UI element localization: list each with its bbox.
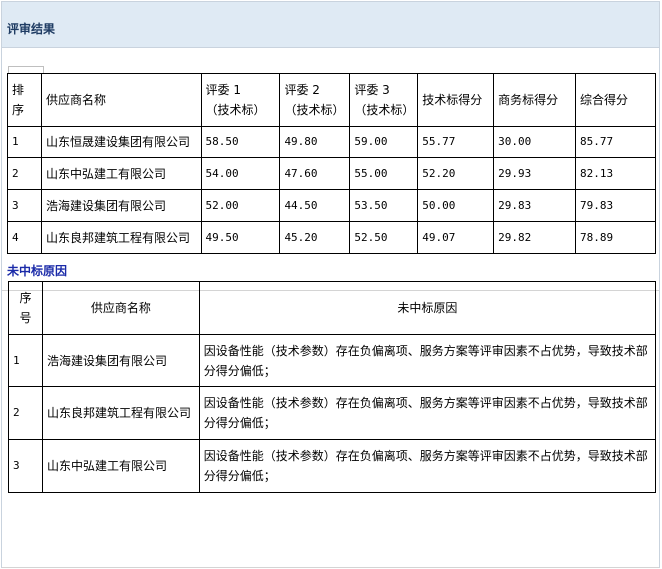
col-judge3-line2: （技术标） [354,103,415,117]
col-judge3-header: 评委 3 （技术标） [349,73,419,127]
total-score-cell: 85.77 [575,126,656,158]
table-row: 1 山东恒晟建设集团有限公司 58.50 49.80 59.00 55.77 3… [7,126,656,158]
judge2-cell: 49.80 [279,126,351,158]
supplier-cell: 山东中弘建工有限公司 [40,157,202,190]
judge3-cell: 55.00 [349,157,419,190]
table-row: 3 浩海建设集团有限公司 52.00 44.50 53.50 50.00 29.… [7,189,656,222]
judge1-cell: 54.00 [200,157,281,190]
judge2-cell: 45.20 [279,221,351,254]
col-judge2-line1: 评委 2 [284,83,320,97]
tech-score-cell: 49.07 [417,221,495,254]
reason-cell: 因设备性能（技术参数）存在负偏离项、服务方案等评审因素不占优势，导致技术部分得分… [198,386,657,440]
supplier-cell: 山东中弘建工有限公司 [41,439,200,493]
supplier-cell: 浩海建设集团有限公司 [40,189,202,222]
judge2-cell: 44.50 [279,189,351,222]
rank-cell: 2 [7,157,42,190]
content-panel: 评审结果 排 序 供应商名称 评委 1 （技术标） 评委 2 （技术标） 评委 … [1,1,660,568]
rank-cell: 1 [7,126,42,158]
col-judge1-line1: 评委 1 [205,83,241,97]
reasons-header-row: 序 号 供应商名称 未中标原因 [8,281,657,335]
tech-score-cell: 50.00 [417,189,495,222]
supplier-cell: 山东良邦建筑工程有限公司 [41,386,200,440]
col-seq-header: 序 号 [8,281,43,335]
supplier-cell: 浩海建设集团有限公司 [41,334,200,387]
col-seq-line1: 序 [19,291,32,305]
col-judge1-line2: （技术标） [205,103,266,117]
col-judge3-line1: 评委 3 [354,83,390,97]
section-header: 评审结果 [2,2,659,48]
judge2-cell: 47.60 [279,157,351,190]
judge1-cell: 49.50 [200,221,281,254]
col-seq-line2: 号 [19,311,32,325]
tech-score-cell: 55.77 [417,126,495,158]
col-supplier-header: 供应商名称 [40,73,202,127]
judge3-cell: 53.50 [349,189,419,222]
total-score-cell: 82.13 [575,157,656,190]
col-judge1-header: 评委 1 （技术标） [200,73,281,127]
seq-cell: 2 [8,386,43,440]
tech-score-cell: 52.20 [417,157,495,190]
table-row: 2 山东良邦建筑工程有限公司 因设备性能（技术参数）存在负偏离项、服务方案等评审… [8,386,657,440]
reason-cell: 因设备性能（技术参数）存在负偏离项、服务方案等评审因素不占优势，导致技术部分得分… [198,439,657,493]
rank-cell: 4 [7,221,42,254]
reason-cell: 因设备性能（技术参数）存在负偏离项、服务方案等评审因素不占优势，导致技术部分得分… [198,334,657,387]
judge3-cell: 59.00 [349,126,419,158]
results-table: 排 序 供应商名称 评委 1 （技术标） 评委 2 （技术标） 评委 3 （技术… [7,73,656,254]
table-row: 4 山东良邦建筑工程有限公司 49.50 45.20 52.50 49.07 2… [7,221,656,254]
results-header-row: 排 序 供应商名称 评委 1 （技术标） 评委 2 （技术标） 评委 3 （技术… [7,73,656,127]
judge1-cell: 58.50 [200,126,281,158]
col-rank-line2: 序 [12,103,25,117]
table-row: 3 山东中弘建工有限公司 因设备性能（技术参数）存在负偏离项、服务方案等评审因素… [8,439,657,493]
col-judge2-header: 评委 2 （技术标） [279,73,351,127]
table-row: 1 浩海建设集团有限公司 因设备性能（技术参数）存在负偏离项、服务方案等评审因素… [8,334,657,387]
col-total-score-header: 综合得分 [575,73,656,127]
col-reason-header: 未中标原因 [198,281,657,335]
col-supplier-header: 供应商名称 [41,281,200,335]
reasons-table: 序 号 供应商名称 未中标原因 1 浩海建设集团有限公司 因设备性能（技术参数）… [8,281,657,493]
supplier-cell: 山东恒晟建设集团有限公司 [40,126,202,158]
total-score-cell: 78.89 [575,221,656,254]
reasons-title: 未中标原因 [7,264,68,278]
results-section: 排 序 供应商名称 评委 1 （技术标） 评委 2 （技术标） 评委 3 （技术… [2,49,659,291]
col-judge2-line2: （技术标） [284,103,345,117]
col-tech-score-header: 技术标得分 [417,73,495,127]
judge1-cell: 52.00 [200,189,281,222]
col-rank-header: 排 序 [7,73,42,127]
biz-score-cell: 29.93 [493,157,577,190]
biz-score-cell: 29.82 [493,221,577,254]
supplier-cell: 山东良邦建筑工程有限公司 [40,221,202,254]
total-score-cell: 79.83 [575,189,656,222]
seq-cell: 1 [8,334,43,387]
biz-score-cell: 29.83 [493,189,577,222]
judge3-cell: 52.50 [349,221,419,254]
rank-cell: 3 [7,189,42,222]
seq-cell: 3 [8,439,43,493]
biz-score-cell: 30.00 [493,126,577,158]
section-title: 评审结果 [7,22,56,36]
col-biz-score-header: 商务标得分 [493,73,577,127]
col-rank-line1: 排 [12,83,25,97]
table-row: 2 山东中弘建工有限公司 54.00 47.60 55.00 52.20 29.… [7,157,656,190]
divider [2,567,659,568]
